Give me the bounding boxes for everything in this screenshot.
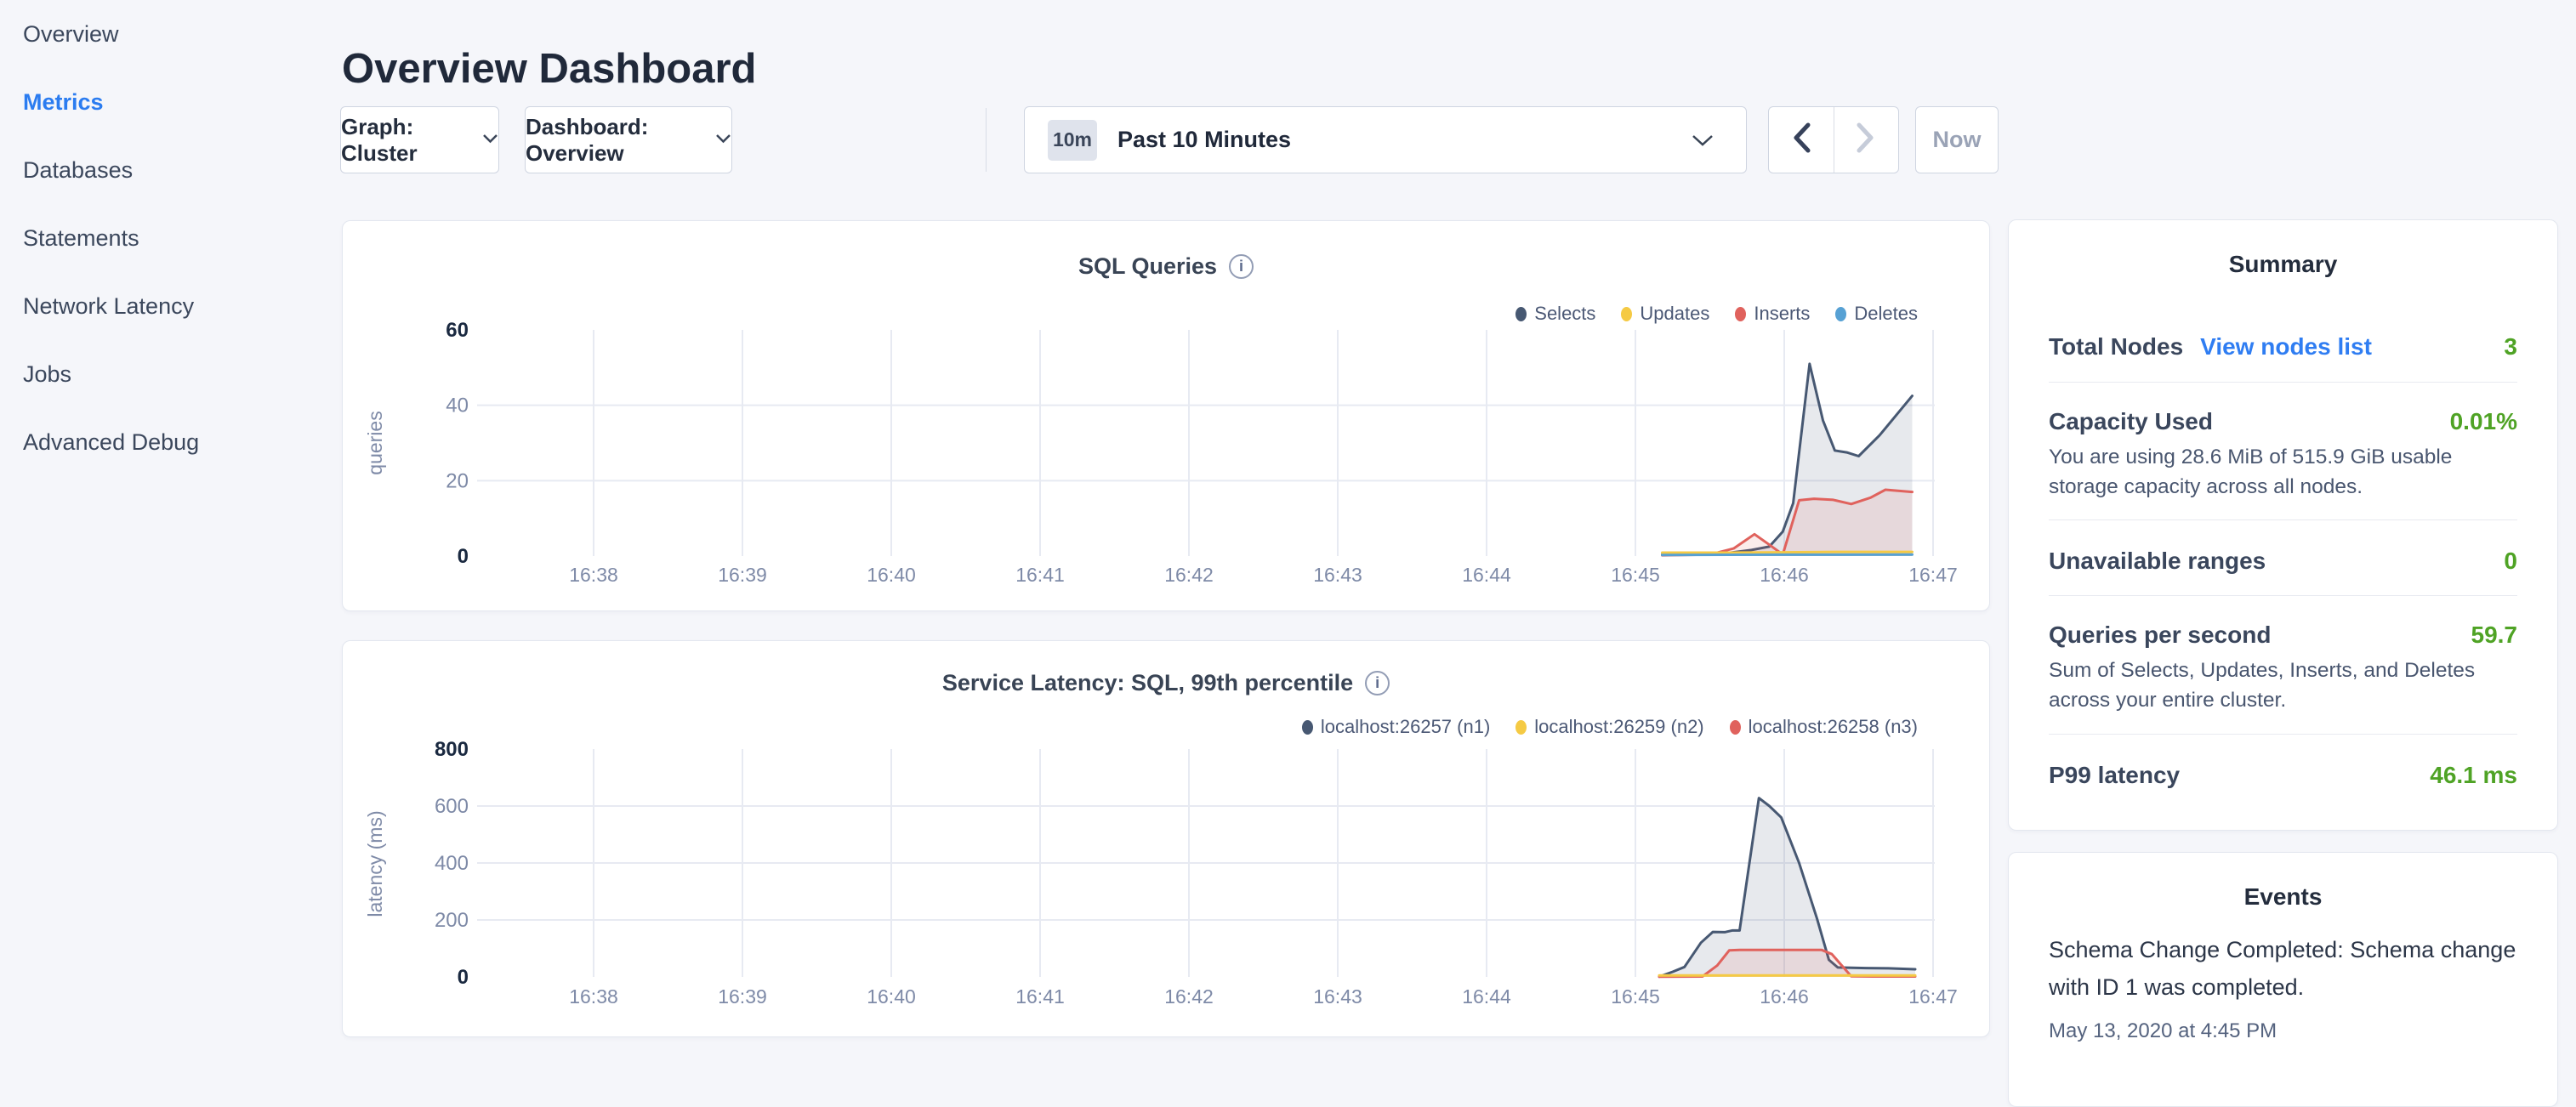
svg-text:16:46: 16:46 bbox=[1760, 985, 1809, 1008]
divider bbox=[2049, 734, 2517, 735]
svg-text:16:39: 16:39 bbox=[718, 985, 767, 1008]
summary-panel: Summary Total Nodes View nodes list 3 Cap… bbox=[2008, 219, 2558, 831]
service-latency-card: Service Latency: SQL, 99th percentile i … bbox=[342, 640, 1990, 1037]
summary-subtext: Sum of Selects, Updates, Inserts, and De… bbox=[2049, 656, 2522, 715]
svg-text:200: 200 bbox=[435, 909, 469, 932]
svg-text:16:42: 16:42 bbox=[1164, 985, 1214, 1008]
summary-value: 0.01% bbox=[2450, 406, 2517, 438]
svg-text:16:45: 16:45 bbox=[1611, 564, 1660, 586]
events-title: Events bbox=[2009, 883, 2557, 911]
chevron-down-icon bbox=[715, 133, 731, 148]
svg-text:0: 0 bbox=[458, 966, 469, 989]
svg-text:16:45: 16:45 bbox=[1611, 985, 1660, 1008]
divider bbox=[2049, 519, 2517, 520]
svg-text:400: 400 bbox=[435, 852, 469, 875]
chevron-left-icon bbox=[1792, 122, 1811, 157]
time-step-buttons bbox=[1768, 106, 1899, 173]
graph-dropdown-label: Graph: Cluster bbox=[341, 114, 471, 167]
svg-text:40: 40 bbox=[446, 395, 469, 417]
sidebar-item-overview[interactable]: Overview bbox=[0, 0, 340, 68]
summary-value: 46.1 ms bbox=[2430, 759, 2517, 792]
summary-subtext: You are using 28.6 MiB of 515.9 GiB usab… bbox=[2049, 442, 2522, 502]
svg-text:16:41: 16:41 bbox=[1015, 564, 1065, 586]
summary-value: 59.7 bbox=[2471, 619, 2518, 651]
summary-value: 0 bbox=[2504, 545, 2517, 577]
svg-text:16:40: 16:40 bbox=[867, 564, 916, 586]
page-title: Overview Dashboard bbox=[342, 45, 756, 93]
graph-dropdown[interactable]: Graph: Cluster bbox=[340, 106, 499, 173]
summary-row-capacity: Capacity Used 0.01% bbox=[2049, 406, 2517, 438]
event-item-timestamp: May 13, 2020 at 4:45 PM bbox=[2049, 1019, 2522, 1043]
chevron-down-icon bbox=[482, 133, 498, 148]
svg-text:16:39: 16:39 bbox=[718, 564, 767, 586]
svg-text:16:40: 16:40 bbox=[867, 985, 916, 1008]
sidebar-item-jobs[interactable]: Jobs bbox=[0, 340, 340, 408]
view-nodes-list-link[interactable]: View nodes list bbox=[2200, 333, 2372, 360]
sql-queries-chart[interactable]: 16:38 16:39 16:40 16:41 16:42 16:43 16:44 16:45… bbox=[343, 221, 1991, 612]
summary-row-total-nodes: Total Nodes View nodes list 3 bbox=[2049, 331, 2517, 363]
sidebar-item-databases[interactable]: Databases bbox=[0, 136, 340, 204]
svg-text:16:44: 16:44 bbox=[1462, 564, 1511, 586]
summary-row-p99-latency: P99 latency 46.1 ms bbox=[2049, 759, 2517, 792]
svg-text:20: 20 bbox=[446, 469, 469, 492]
summary-label: Capacity Used bbox=[2049, 408, 2213, 434]
sidebar: OverviewMetricsDatabasesStatementsNetwor… bbox=[0, 0, 340, 476]
summary-label: Queries per second bbox=[2049, 622, 2271, 648]
summary-label: Unavailable ranges bbox=[2049, 548, 2266, 574]
sidebar-item-metrics[interactable]: Metrics bbox=[0, 68, 340, 136]
chevron-right-icon bbox=[1857, 122, 1875, 157]
svg-text:600: 600 bbox=[435, 795, 469, 818]
time-range-label: Past 10 Minutes bbox=[1117, 127, 1291, 153]
svg-text:16:47: 16:47 bbox=[1908, 985, 1958, 1008]
dashboard-dropdown-label: Dashboard: Overview bbox=[526, 114, 704, 167]
time-range-selector[interactable]: 10m Past 10 Minutes bbox=[1024, 106, 1747, 173]
events-panel: Events Schema Change Completed: Schema c… bbox=[2008, 852, 2558, 1107]
sidebar-item-statements[interactable]: Statements bbox=[0, 204, 340, 272]
summary-value: 3 bbox=[2504, 331, 2517, 363]
time-range-badge: 10m bbox=[1048, 120, 1097, 161]
svg-text:16:38: 16:38 bbox=[569, 564, 618, 586]
sql-queries-card: SQL Queries i SelectsUpdatesInsertsDelet… bbox=[342, 220, 1990, 611]
svg-text:16:42: 16:42 bbox=[1164, 564, 1214, 586]
controls-divider bbox=[986, 108, 987, 172]
sidebar-item-network-latency[interactable]: Network Latency bbox=[0, 272, 340, 340]
divider bbox=[2049, 382, 2517, 383]
svg-text:800: 800 bbox=[435, 738, 469, 761]
event-item-text: Schema Change Completed: Schema change w… bbox=[2049, 931, 2522, 1006]
now-button[interactable]: Now bbox=[1915, 106, 1999, 173]
svg-text:latency (ms): latency (ms) bbox=[364, 810, 386, 917]
svg-text:16:44: 16:44 bbox=[1462, 985, 1511, 1008]
svg-text:16:43: 16:43 bbox=[1313, 985, 1362, 1008]
summary-title: Summary bbox=[2009, 251, 2557, 278]
summary-row-qps: Queries per second 59.7 bbox=[2049, 619, 2517, 651]
summary-row-unavailable-ranges: Unavailable ranges 0 bbox=[2049, 545, 2517, 577]
summary-label: Total Nodes bbox=[2049, 333, 2183, 360]
sidebar-item-advanced-debug[interactable]: Advanced Debug bbox=[0, 408, 340, 476]
svg-text:16:43: 16:43 bbox=[1313, 564, 1362, 586]
time-forward-button[interactable] bbox=[1834, 107, 1899, 173]
chevron-down-icon bbox=[1692, 134, 1714, 152]
svg-text:queries: queries bbox=[364, 411, 386, 474]
summary-label: P99 latency bbox=[2049, 762, 2180, 788]
svg-text:16:38: 16:38 bbox=[569, 985, 618, 1008]
divider bbox=[2049, 595, 2517, 596]
service-latency-chart[interactable]: 16:38 16:39 16:40 16:41 16:42 16:43 16:44 16:45… bbox=[343, 641, 1991, 1038]
svg-text:16:46: 16:46 bbox=[1760, 564, 1809, 586]
svg-text:16:47: 16:47 bbox=[1908, 564, 1958, 586]
svg-text:0: 0 bbox=[458, 545, 469, 568]
svg-text:60: 60 bbox=[446, 319, 469, 342]
time-back-button[interactable] bbox=[1769, 107, 1834, 173]
svg-text:16:41: 16:41 bbox=[1015, 985, 1065, 1008]
dashboard-dropdown[interactable]: Dashboard: Overview bbox=[525, 106, 732, 173]
